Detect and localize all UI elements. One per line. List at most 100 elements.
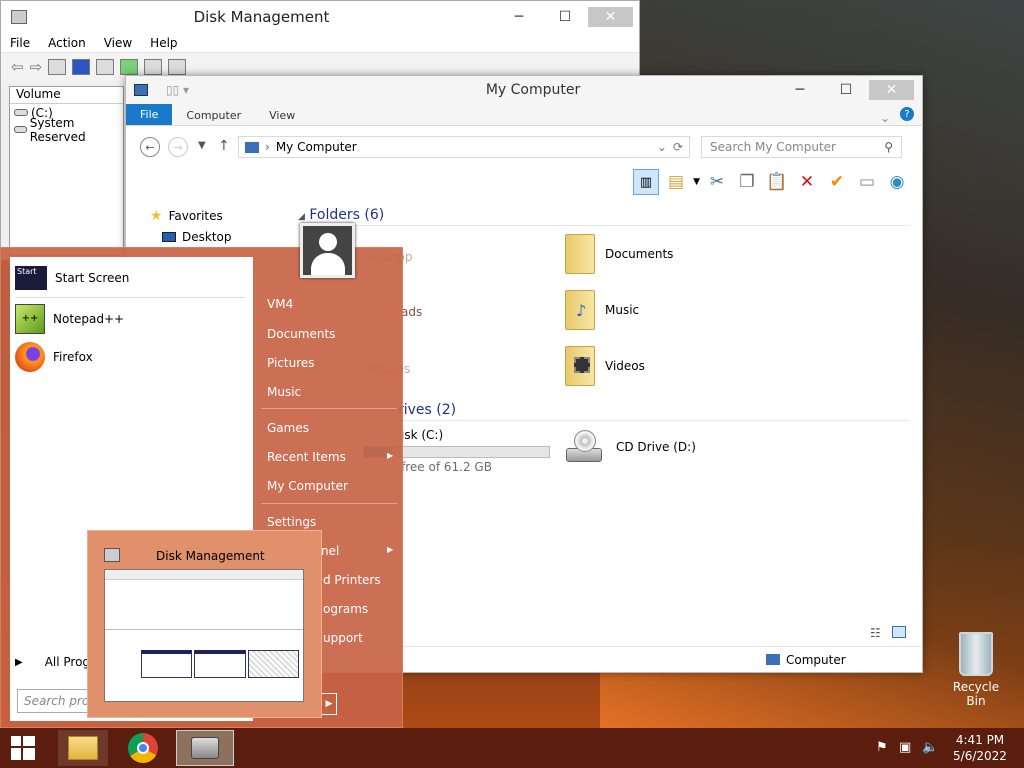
submenu-arrow-icon: ▶ bbox=[387, 545, 394, 554]
forward-button[interactable]: → bbox=[168, 137, 188, 157]
quick-access-icon[interactable]: ▯▯ ▾ bbox=[166, 83, 189, 97]
clock[interactable]: 4:41 PM 5/6/2022 bbox=[950, 732, 1010, 764]
large-icons-view-icon[interactable] bbox=[892, 626, 906, 638]
tab-view[interactable]: View bbox=[255, 106, 309, 125]
link-games[interactable]: Games bbox=[267, 421, 309, 435]
link-recent-items[interactable]: Recent Items bbox=[267, 450, 346, 464]
properties-icon[interactable] bbox=[48, 59, 67, 75]
delete-icon[interactable]: ✕ bbox=[794, 169, 820, 195]
view-icon[interactable] bbox=[96, 59, 115, 75]
menu-file[interactable]: File bbox=[1, 36, 39, 50]
folder-videos[interactable]: Videos bbox=[565, 346, 645, 386]
program-firefox[interactable]: Firefox bbox=[15, 342, 93, 372]
refresh-icon[interactable] bbox=[120, 59, 139, 75]
taskbar-file-explorer[interactable] bbox=[58, 730, 108, 766]
clock-date: 5/6/2022 bbox=[953, 749, 1007, 763]
minimize-button[interactable]: ─ bbox=[777, 79, 823, 101]
details-view-icon[interactable]: ☷ bbox=[870, 626, 881, 640]
title-bar[interactable]: Disk Management ─ ☐ ✕ bbox=[1, 1, 639, 33]
network-icon[interactable]: ▣ bbox=[899, 740, 911, 755]
link-pictures[interactable]: Pictures bbox=[267, 356, 315, 370]
disk-icon[interactable] bbox=[168, 59, 187, 75]
link-default-programs[interactable]: ograms bbox=[323, 602, 368, 616]
link-vm4[interactable]: VM4 bbox=[267, 297, 293, 311]
tab-file[interactable]: File bbox=[126, 104, 173, 125]
checkmark-icon[interactable]: ✔ bbox=[824, 169, 850, 195]
chevron-down-icon[interactable]: ▼ bbox=[693, 177, 700, 187]
help-icon[interactable]: ? bbox=[900, 107, 914, 121]
shutdown-arrow-icon[interactable]: ▶ bbox=[321, 693, 337, 715]
back-icon[interactable]: ⇦ bbox=[11, 58, 24, 76]
link-settings[interactable]: Settings bbox=[267, 515, 316, 529]
recent-locations-icon[interactable]: ▼ bbox=[198, 140, 206, 151]
properties-icon[interactable]: ▤ bbox=[663, 169, 689, 195]
thumbnail-title: Disk Management bbox=[156, 549, 265, 563]
program-start-screen[interactable]: Start Start Screen bbox=[15, 264, 129, 292]
folder-label: Music bbox=[605, 303, 640, 317]
computer-icon bbox=[766, 654, 780, 665]
title-bar[interactable]: ▯▯ ▾ My Computer ─ ☐ ✕ bbox=[126, 76, 922, 104]
link-my-computer[interactable]: My Computer bbox=[267, 479, 348, 493]
drive-icon bbox=[14, 126, 27, 133]
menu-view[interactable]: View bbox=[95, 36, 141, 50]
maximize-button[interactable]: ☐ bbox=[542, 6, 588, 28]
address-bar[interactable]: › My Computer ⌄ ⟳ bbox=[238, 136, 690, 158]
recycle-bin-shortcut[interactable]: Recycle Bin bbox=[946, 632, 1006, 708]
chevron-down-icon[interactable]: ⌄ bbox=[657, 140, 667, 154]
minimize-button[interactable]: ─ bbox=[496, 6, 542, 28]
copy-icon[interactable]: ❐ bbox=[734, 169, 760, 195]
drives-group-header[interactable]: rives (2) bbox=[398, 402, 910, 421]
close-button[interactable]: ✕ bbox=[588, 7, 633, 27]
nav-desktop[interactable]: Desktop bbox=[162, 230, 232, 244]
folder-music[interactable]: ♪ Music bbox=[565, 290, 639, 330]
nav-favorites[interactable]: ★ Favorites bbox=[150, 208, 223, 224]
program-notepad-plus-plus[interactable]: ++ Notepad++ bbox=[15, 304, 124, 334]
back-button[interactable]: ← bbox=[140, 137, 160, 157]
tab-computer[interactable]: Computer bbox=[172, 106, 255, 125]
maximize-button[interactable]: ☐ bbox=[823, 79, 869, 101]
menu-action[interactable]: Action bbox=[39, 36, 95, 50]
folder-documents[interactable]: Documents bbox=[565, 234, 673, 274]
chevron-down-icon[interactable]: ⌄ bbox=[880, 111, 890, 125]
globe-icon[interactable]: ◉ bbox=[884, 169, 910, 195]
cut-icon[interactable]: ✂ bbox=[704, 169, 730, 195]
link-devices-printers[interactable]: d Printers bbox=[323, 573, 381, 587]
column-header-volume[interactable]: Volume bbox=[10, 87, 123, 104]
videos-folder-icon bbox=[565, 346, 595, 386]
star-icon: ★ bbox=[150, 208, 163, 224]
rename-icon[interactable]: ▭ bbox=[854, 169, 880, 195]
action-center-flag-icon[interactable]: ⚑ bbox=[876, 740, 888, 755]
help-icon[interactable] bbox=[72, 59, 91, 75]
breadcrumb[interactable]: My Computer bbox=[276, 140, 357, 154]
list-item[interactable]: System Reserved bbox=[10, 116, 123, 144]
notepad-plus-plus-icon: ++ bbox=[15, 304, 45, 334]
close-button[interactable]: ✕ bbox=[869, 80, 914, 100]
link-music[interactable]: Music bbox=[267, 385, 301, 399]
link-control-panel[interactable]: nel bbox=[321, 544, 339, 558]
refresh-icon[interactable]: ⟳ bbox=[673, 140, 683, 154]
volume-label: System Reserved bbox=[29, 115, 86, 144]
drive-d[interactable]: CD Drive (D:) bbox=[562, 430, 696, 464]
disk-management-icon bbox=[104, 548, 120, 562]
menu-help[interactable]: Help bbox=[141, 36, 186, 50]
link-help-support[interactable]: upport bbox=[323, 631, 363, 645]
taskbar-chrome[interactable] bbox=[120, 730, 166, 766]
forward-icon[interactable]: ⇨ bbox=[30, 58, 43, 76]
music-folder-icon: ♪ bbox=[565, 290, 595, 330]
taskbar-thumbnail-preview[interactable]: Disk Management bbox=[87, 530, 322, 718]
volume-muted-icon[interactable]: 🔈 bbox=[922, 740, 938, 755]
all-programs-button[interactable]: ▶ All Prog bbox=[15, 648, 90, 676]
volume-list[interactable]: Volume (C:) System Reserved bbox=[9, 86, 124, 256]
drives-header-label: rives (2) bbox=[398, 402, 457, 418]
start-button[interactable] bbox=[0, 730, 46, 766]
rescan-icon[interactable] bbox=[144, 59, 163, 75]
user-icon bbox=[303, 226, 352, 275]
up-icon[interactable]: ↑ bbox=[218, 138, 230, 154]
preview-pane-icon[interactable]: ▥ bbox=[633, 169, 660, 195]
link-documents[interactable]: Documents bbox=[267, 327, 335, 341]
folders-group-header[interactable]: ◢ Folders (6) bbox=[298, 207, 910, 226]
paste-icon[interactable]: 📋 bbox=[764, 169, 790, 195]
search-input[interactable]: Search My Computer ⚲ bbox=[701, 136, 902, 158]
user-avatar[interactable] bbox=[300, 223, 355, 278]
taskbar-disk-management[interactable] bbox=[176, 730, 234, 766]
